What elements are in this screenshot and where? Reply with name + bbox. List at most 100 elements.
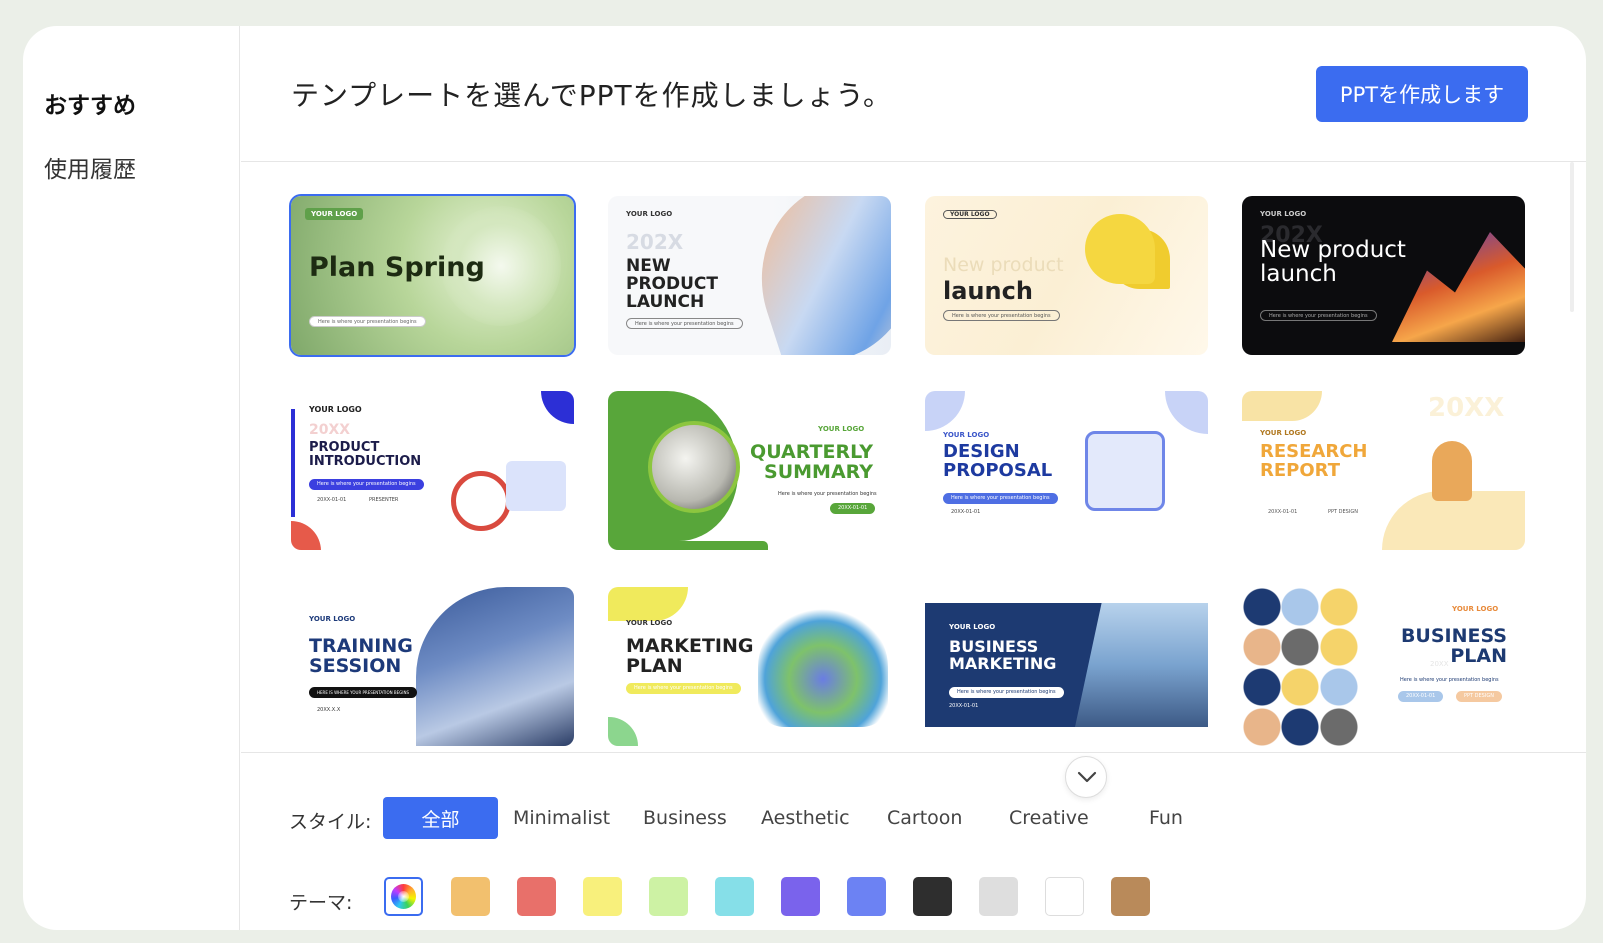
template-title: NEW PRODUCT LAUNCH [626, 256, 718, 312]
chevron-down-icon [1077, 771, 1097, 783]
style-cartoon-button[interactable]: Cartoon [887, 797, 962, 839]
style-label: スタイル: [289, 811, 372, 833]
template-card-design-proposal[interactable]: YOUR LOGO DESIGN PROPOSAL Here is where … [925, 391, 1208, 550]
researcher-graphic [1432, 441, 1472, 501]
style-all-button[interactable]: 全部 [383, 797, 498, 839]
template-logo: YOUR LOGO [943, 431, 990, 439]
template-date: 20XX-01-01 [830, 503, 876, 514]
template-title: Plan Spring [309, 252, 485, 283]
green-bar [608, 541, 768, 550]
template-date: 20XX-01-01 [951, 509, 981, 515]
scrollbar[interactable] [1570, 162, 1574, 312]
sidebar: おすすめ 使用履歴 [23, 26, 240, 930]
template-logo: YOUR LOGO [1260, 210, 1307, 218]
template-date: 20XX.X.X [317, 707, 341, 713]
template-title: TRAINING SESSION [309, 635, 413, 677]
corner-shape [541, 391, 574, 424]
create-ppt-button[interactable]: PPTを作成します [1316, 66, 1528, 122]
template-title: QUARTERLY SUMMARY [750, 441, 873, 483]
template-presenter: PRESENTER [369, 497, 399, 503]
main-panel: テンプレートを選んでPPTを作成しましょう。 PPTを作成します YOUR LO… [241, 26, 1586, 930]
corner-shape-red [291, 521, 321, 550]
style-fun-button[interactable]: Fun [1149, 797, 1183, 839]
template-date: 20XX-01-01 [1398, 691, 1444, 702]
theme-swatch-black[interactable] [913, 877, 952, 916]
green-blob-bottom [608, 717, 638, 746]
template-presenter: PPT DESIGN [1328, 509, 1358, 515]
template-card-product-launch-yellow[interactable]: YOUR LOGO New product launch Here is whe… [925, 196, 1208, 355]
template-subtitle: Here is where your presentation begins [1400, 677, 1499, 683]
yellow-wave [1242, 391, 1322, 421]
template-title: RESEARCH REPORT [1260, 441, 1368, 481]
calendar-graphic [506, 461, 566, 511]
filter-panel: スタイル: 全部 Minimalist Business Aesthetic C… [241, 752, 1586, 930]
template-card-quarterly-summary[interactable]: YOUR LOGO QUARTERLY SUMMARY Here is wher… [608, 391, 891, 550]
sidebar-item-history[interactable]: 使用履歴 [44, 150, 136, 184]
collapse-button[interactable] [1065, 756, 1107, 798]
sidebar-item-recommended[interactable]: おすすめ [44, 86, 136, 120]
theme-label: テーマ: [289, 892, 353, 914]
style-aesthetic-button[interactable]: Aesthetic [761, 797, 850, 839]
template-title: New product launch [1260, 237, 1406, 288]
template-card-research-report[interactable]: YOUR LOGO 20XX RESEARCH REPORT 20XX-01-0… [1242, 391, 1525, 550]
template-subtitle: Here is where your presentation begins [1260, 310, 1377, 321]
template-grid[interactable]: YOUR LOGO Plan Spring Here is where your… [241, 162, 1586, 752]
template-title: BUSINESS MARKETING [949, 637, 1057, 673]
alarm-clock-graphic [451, 471, 511, 531]
theme-swatch-yellow[interactable] [583, 877, 622, 916]
template-subtitle: Here is where your presentation begins [626, 683, 741, 694]
template-subtitle: Here is where your presentation begins [626, 318, 743, 329]
template-card-training-session[interactable]: YOUR LOGO TRAINING SESSION HERE IS WHERE… [291, 587, 574, 746]
template-title: PRODUCT INTRODUCTION [309, 440, 422, 469]
template-subtitle: Here is where your presentation begins [943, 493, 1058, 504]
template-logo: YOUR LOGO [626, 210, 673, 218]
theme-swatch-orange[interactable] [451, 877, 490, 916]
security-graphic [1085, 431, 1165, 511]
template-card-new-product-launch[interactable]: YOUR LOGO 202X NEW PRODUCT LAUNCH Here i… [608, 196, 891, 355]
template-date: 20XX-01-01 [1268, 509, 1298, 515]
template-logo: YOUR LOGO [1452, 605, 1499, 613]
template-title: launch [943, 277, 1033, 305]
template-logo: YOUR LOGO [305, 208, 364, 220]
template-subtitle: Here is where your presentation begins [943, 310, 1060, 321]
building-photo [416, 587, 574, 746]
template-year: 202X [626, 230, 684, 254]
theme-swatch-white[interactable] [1045, 877, 1084, 916]
accent-bar [291, 409, 295, 517]
template-logo: YOUR LOGO [943, 210, 997, 219]
template-card-product-introduction[interactable]: YOUR LOGO 20XX PRODUCT INTRODUCTION Here… [291, 391, 574, 550]
blue-blob [925, 391, 965, 431]
app-window: おすすめ 使用履歴 テンプレートを選んでPPTを作成しましょう。 PPTを作成し… [23, 26, 1586, 930]
theme-swatch-all[interactable] [384, 877, 423, 916]
template-year: 20XX [1430, 660, 1449, 668]
theme-swatch-cyan[interactable] [715, 877, 754, 916]
color-wheel-icon [391, 884, 416, 909]
template-title: MARKETING PLAN [626, 635, 754, 677]
template-subtitle: Here is where your presentation begins [949, 687, 1064, 698]
theme-swatch-purple[interactable] [781, 877, 820, 916]
template-logo: YOUR LOGO [949, 623, 996, 631]
template-card-business-marketing[interactable]: YOUR LOGO BUSINESS MARKETING Here is whe… [925, 587, 1208, 746]
theme-swatch-brown[interactable] [1111, 877, 1150, 916]
style-minimalist-button[interactable]: Minimalist [513, 797, 610, 839]
template-subtitle: HERE IS WHERE YOUR PRESENTATION BEGINS [309, 687, 417, 698]
style-creative-button[interactable]: Creative [1009, 797, 1089, 839]
template-title: DESIGN PROPOSAL [943, 441, 1053, 481]
page-title: テンプレートを選んでPPTを作成しましょう。 [291, 79, 892, 112]
mosaic-graphic [1242, 587, 1359, 746]
template-card-marketing-plan[interactable]: YOUR LOGO MARKETING PLAN Here is where y… [608, 587, 891, 746]
template-card-product-launch-dark[interactable]: YOUR LOGO 202X New product launch Here i… [1242, 196, 1525, 355]
theme-swatch-red[interactable] [517, 877, 556, 916]
template-year: 20XX [1428, 393, 1505, 423]
template-logo: YOUR LOGO [309, 405, 362, 414]
theme-swatch-blue[interactable] [847, 877, 886, 916]
template-logo: YOUR LOGO [818, 425, 865, 433]
template-card-business-plan[interactable]: YOUR LOGO BUSINESS PLAN 20XX Here is whe… [1242, 587, 1525, 746]
template-card-plan-spring[interactable]: YOUR LOGO Plan Spring Here is where your… [289, 194, 576, 357]
template-subtitle: Here is where your presentation begins [778, 491, 877, 497]
theme-swatch-gray[interactable] [979, 877, 1018, 916]
plants-graphic [758, 607, 888, 727]
style-business-button[interactable]: Business [643, 797, 727, 839]
template-subtitle: Here is where your presentation begins [309, 316, 426, 327]
theme-swatch-light-green[interactable] [649, 877, 688, 916]
